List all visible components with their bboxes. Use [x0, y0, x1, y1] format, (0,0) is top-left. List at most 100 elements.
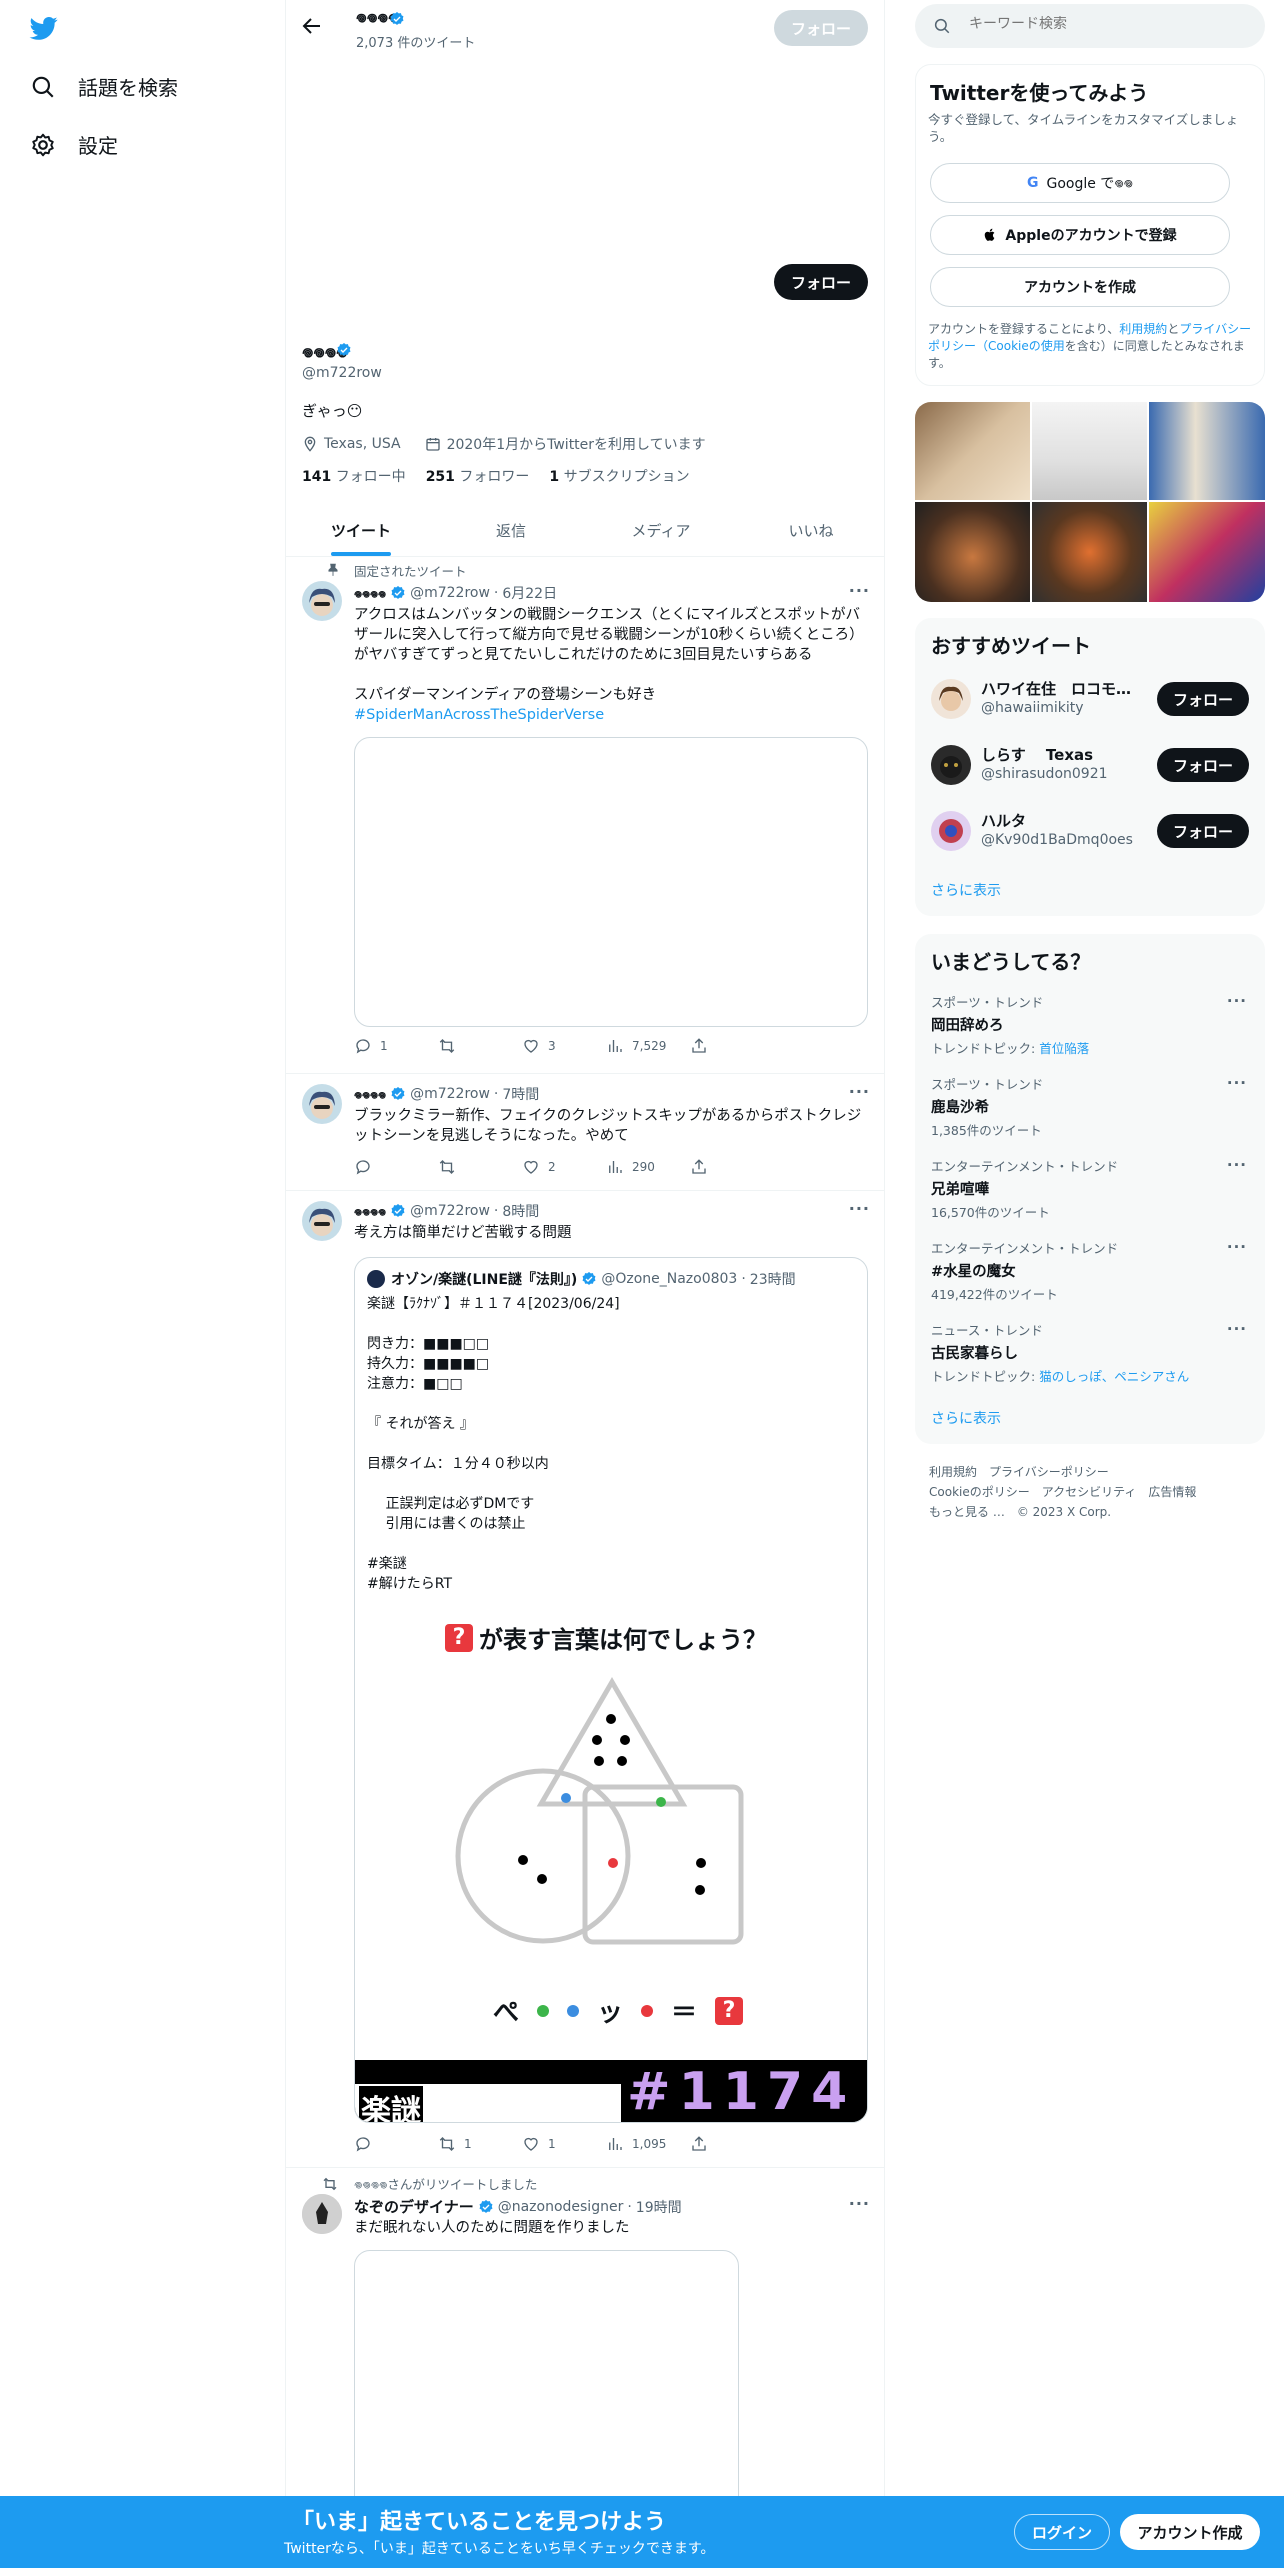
tweet-time[interactable]: 6月22日	[502, 583, 557, 603]
tweet-author-name[interactable]: なぞのデザイナー	[354, 2196, 474, 2217]
retweet-button[interactable]	[438, 1158, 522, 1176]
like-button[interactable]: 2	[522, 1158, 606, 1176]
more-options-icon[interactable]: ···	[849, 2194, 870, 2213]
tab-likes[interactable]: いいね	[736, 505, 884, 556]
share-button[interactable]	[690, 2135, 774, 2153]
quote-author-name[interactable]: オゾン/楽謎(LINE謎『法則』)	[391, 1269, 577, 1289]
media-thumb[interactable]	[1149, 402, 1265, 500]
subscriptions-link[interactable]: 1 サブスクリプション	[549, 466, 689, 486]
create-account-button[interactable]: アカウントを作成	[930, 267, 1230, 307]
back-arrow-icon[interactable]	[300, 14, 324, 38]
more-options-icon[interactable]: ···	[1227, 1156, 1247, 1174]
apple-signup-button[interactable]: Appleのアカウントで登録	[930, 215, 1230, 255]
recommend-user[interactable]: ハワイ在住 ロコモ… @hawaiimikity フォロー	[931, 674, 1249, 724]
trend-topic-link[interactable]: 首位陥落	[1039, 1041, 1089, 1056]
footer-line[interactable]: Cookieのポリシー アクセシビリティ 広告情報	[929, 1482, 1196, 1502]
avatar[interactable]	[931, 679, 971, 719]
more-options-icon[interactable]: ···	[1227, 1238, 1247, 1256]
like-button[interactable]: 1	[522, 2135, 606, 2153]
quote-avatar[interactable]	[367, 1270, 385, 1288]
signup-button[interactable]: アカウント作成	[1120, 2514, 1260, 2550]
trend-item[interactable]: ニュース・トレンド 古民家暮らし トレンドトピック: 猫のしっぽ、ペニシアさん …	[931, 1320, 1249, 1385]
retweet-button[interactable]: 1	[438, 2135, 522, 2153]
tweet-time[interactable]: 8時間	[502, 1201, 539, 1221]
views-button[interactable]: 7,529	[606, 1037, 690, 1055]
tweet-handle[interactable]: @nazonodesigner	[498, 2199, 624, 2215]
recommend-more-link[interactable]: さらに表示	[931, 880, 1001, 900]
trend-item[interactable]: スポーツ・トレンド 鹿島沙希 1,385件のツイート ···	[931, 1074, 1249, 1139]
media-thumb[interactable]	[1149, 502, 1265, 602]
recommend-user[interactable]: しらす Texas @shirasudon0921 フォロー	[931, 740, 1249, 790]
tweet[interactable]: 𖦹𖦹𖦹𖦹 @m722row · 8時間 ··· 考え方は簡単だけど苦戦する問題 …	[286, 1191, 884, 2168]
tweet-time[interactable]: 7時間	[502, 1084, 539, 1104]
follow-button[interactable]: フォロー	[774, 264, 868, 300]
tweet-handle[interactable]: @m722row	[410, 1203, 490, 1219]
search-box[interactable]	[915, 4, 1265, 48]
views-button[interactable]: 290	[606, 1158, 690, 1176]
header-follow-button[interactable]: フォロー	[774, 10, 868, 46]
follow-button[interactable]: フォロー	[1157, 748, 1249, 782]
media-thumb[interactable]	[1032, 402, 1147, 500]
tweet-author-name[interactable]: 𖦹𖦹𖦹𖦹	[354, 1203, 386, 1220]
trend-topic-link[interactable]: 猫のしっぽ、ペニシアさん	[1039, 1369, 1189, 1384]
more-options-icon[interactable]: ···	[1227, 992, 1247, 1010]
recommend-user[interactable]: ハルタ @Kv90d1BaDmq0oes フォロー	[931, 806, 1249, 856]
trend-item[interactable]: エンターテインメント・トレンド 兄弟喧嘩 16,570件のツイート ···	[931, 1156, 1249, 1221]
tweet-media[interactable]	[354, 737, 868, 1027]
tweet-author-name[interactable]: 𖦹𖦹𖦹𖦹	[354, 585, 386, 602]
twitter-logo-icon[interactable]	[28, 14, 60, 42]
sidebar-item-explore[interactable]: 話題を検索	[30, 72, 178, 101]
media-grid[interactable]	[915, 402, 1265, 602]
share-button[interactable]	[690, 1158, 774, 1176]
tweet[interactable]: 𖦹𖦹𖦹𖦹 @m722row · 7時間 ··· ブラックミラー新作、フェイクのク…	[286, 1074, 884, 1191]
like-button[interactable]: 3	[522, 1037, 606, 1055]
media-thumb[interactable]	[1032, 502, 1147, 602]
tweet-time[interactable]: 19時間	[636, 2197, 682, 2217]
tweet-pinned[interactable]: 固定されたツイート 𖦹𖦹𖦹𖦹 @m722row · 6月22日 ··· アクロス…	[286, 557, 884, 1074]
media-thumb[interactable]	[915, 402, 1030, 500]
trend-item[interactable]: エンターテインメント・トレンド #水星の魔女 419,422件のツイート ···	[931, 1238, 1249, 1303]
more-options-icon[interactable]: ···	[849, 1082, 870, 1101]
more-options-icon[interactable]: ···	[1227, 1320, 1247, 1338]
more-options-icon[interactable]: ···	[849, 581, 870, 600]
avatar[interactable]	[302, 581, 342, 621]
quote-time[interactable]: 23時間	[750, 1269, 796, 1289]
followers-link[interactable]: 251 フォロワー	[426, 466, 530, 486]
tab-media[interactable]: メディア	[586, 505, 736, 556]
quote-handle[interactable]: @Ozone_Nazo0803	[601, 1271, 737, 1287]
sidebar-item-settings[interactable]: 設定	[30, 130, 118, 159]
reply-button[interactable]	[354, 2135, 438, 2153]
avatar[interactable]	[302, 1201, 342, 1241]
footer-line[interactable]: もっと見る … © 2023 X Corp.	[929, 1502, 1196, 1522]
follow-button[interactable]: フォロー	[1157, 682, 1249, 716]
avatar[interactable]	[931, 745, 971, 785]
footer-line[interactable]: 利用規約 プライバシーポリシー	[929, 1462, 1196, 1482]
search-input[interactable]	[969, 16, 1249, 32]
following-link[interactable]: 141 フォロー中	[302, 466, 406, 486]
more-options-icon[interactable]: ···	[1227, 1074, 1247, 1092]
avatar[interactable]	[302, 1084, 342, 1124]
tab-replies[interactable]: 返信	[436, 505, 586, 556]
reply-button[interactable]: 1	[354, 1037, 438, 1055]
retweet-button[interactable]	[438, 1037, 522, 1055]
login-button[interactable]: ログイン	[1014, 2514, 1110, 2550]
quoted-tweet[interactable]: オゾン/楽謎(LINE謎『法則』) @Ozone_Nazo0803 · 23時間…	[354, 1257, 868, 2123]
cookie-link[interactable]: （Cookieの使用	[976, 339, 1065, 353]
google-signup-button[interactable]: G Google で𖦹𖦹	[930, 163, 1230, 203]
footer-links[interactable]: 利用規約 プライバシーポリシー Cookieのポリシー アクセシビリティ 広告情…	[929, 1462, 1196, 1522]
follow-button[interactable]: フォロー	[1157, 814, 1249, 848]
tweet-author-name[interactable]: 𖦹𖦹𖦹𖦹	[354, 1086, 386, 1103]
share-button[interactable]	[690, 1037, 774, 1055]
tweet-handle[interactable]: @m722row	[410, 585, 490, 601]
avatar[interactable]	[302, 2194, 342, 2234]
tweet-handle[interactable]: @m722row	[410, 1086, 490, 1102]
avatar[interactable]	[931, 811, 971, 851]
views-button[interactable]: 1,095	[606, 2135, 690, 2153]
trend-item[interactable]: スポーツ・トレンド 岡田辞めろ トレンドトピック: 首位陥落 ···	[931, 992, 1249, 1057]
hashtag-link[interactable]: #SpiderManAcrossTheSpiderVerse	[354, 705, 869, 725]
trends-more-link[interactable]: さらに表示	[931, 1408, 1001, 1428]
terms-link[interactable]: 利用規約	[1119, 322, 1167, 336]
reply-button[interactable]	[354, 1158, 438, 1176]
tab-tweets[interactable]: ツイート	[286, 505, 436, 556]
more-options-icon[interactable]: ···	[849, 1199, 870, 1218]
